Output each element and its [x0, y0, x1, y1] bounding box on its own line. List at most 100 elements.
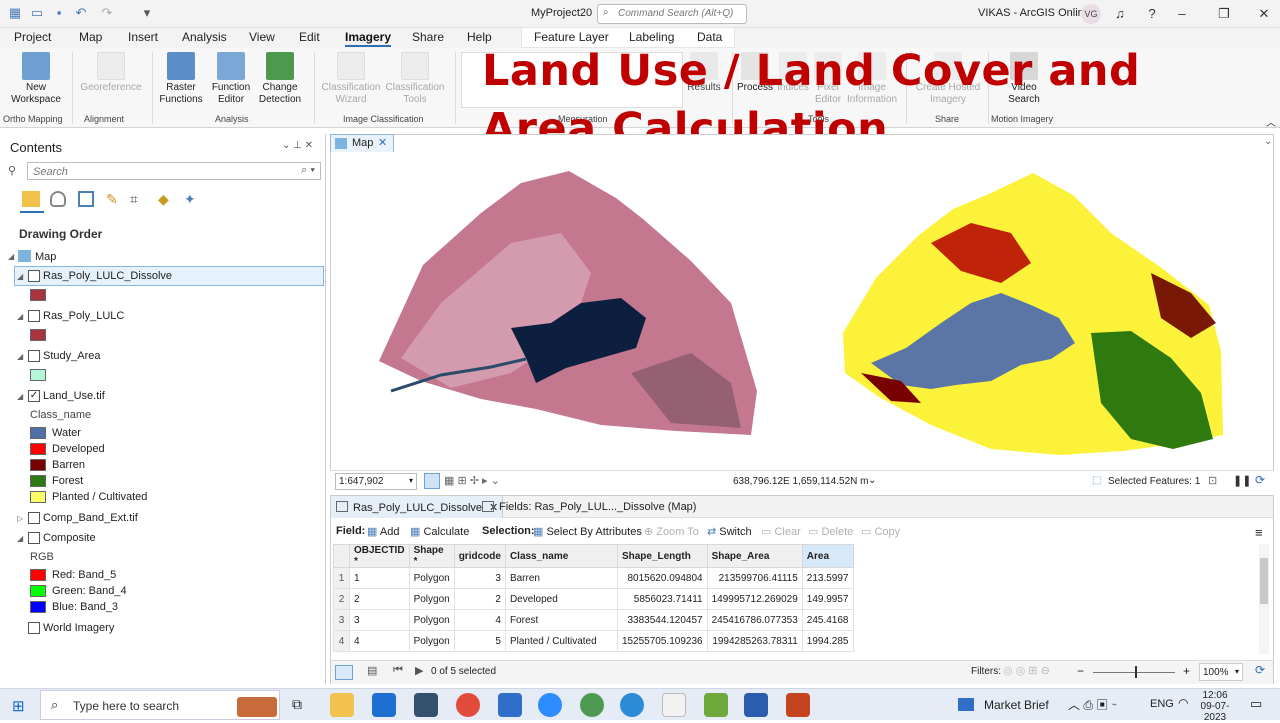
cell[interactable]: 5856023.71411	[616, 588, 708, 610]
calculate-button[interactable]: ▦ Calculate	[410, 525, 469, 538]
table-row[interactable]: 3 3 Polygon 4 Forest 3383544.120457 2454…	[333, 609, 854, 631]
cell[interactable]: 149995712.269029	[706, 588, 803, 610]
add-field-button[interactable]: ▦ Add	[367, 525, 399, 538]
function-editor-button[interactable]: Function Editor	[208, 52, 254, 106]
row-number[interactable]: 4	[333, 630, 350, 652]
undo-icon[interactable]: ↶	[74, 6, 88, 20]
pdf-editor-icon[interactable]	[704, 693, 728, 717]
expand-layer-icon[interactable]: ◢	[17, 272, 23, 281]
next-record-icon[interactable]: ▶	[415, 664, 423, 677]
expand-layer-icon[interactable]: ▷	[17, 514, 23, 523]
filter-icon[interactable]: ⚲	[8, 164, 16, 177]
table-row[interactable]: 4 4 Polygon 5 Planted / Cultivated 15255…	[333, 630, 854, 652]
delete-button[interactable]: ▭ Delete	[808, 525, 853, 538]
pause-icon[interactable]: ❚❚	[1233, 474, 1251, 487]
refresh-icon[interactable]: ⊡	[1208, 474, 1217, 487]
row-selector-header[interactable]	[333, 544, 350, 568]
tab-view[interactable]: View	[249, 30, 275, 44]
restore-button[interactable]: ❐	[1212, 4, 1236, 24]
layer-checkbox[interactable]	[28, 270, 40, 282]
cell[interactable]: Polygon	[408, 630, 455, 652]
raster-functions-button[interactable]: Raster Functions	[156, 52, 206, 106]
table-row[interactable]: 2 2 Polygon 2 Developed 5856023.71411 14…	[333, 588, 854, 610]
redo-icon[interactable]: ↷	[100, 6, 114, 20]
pane-options-icon[interactable]: ⌄ ⊥ ✕	[282, 140, 313, 151]
layer-checkbox[interactable]	[28, 622, 40, 634]
cell[interactable]: 3	[349, 609, 410, 631]
cell[interactable]: Planted / Cultivated	[504, 630, 618, 652]
open-icon[interactable]: ▭	[30, 6, 44, 20]
cell[interactable]: Developed	[504, 588, 618, 610]
copy-button[interactable]: ▭ Copy	[861, 525, 900, 538]
show-all-icon[interactable]	[335, 665, 353, 680]
tab-insert[interactable]: Insert	[128, 30, 158, 44]
cell[interactable]: 213.5997	[801, 567, 854, 589]
filter-icon[interactable]: ◎ ◎ ⊞ ⊖	[1003, 664, 1050, 677]
selection-icon[interactable]	[78, 191, 94, 207]
column-header[interactable]: gridcode	[453, 544, 506, 568]
expand-layer-icon[interactable]: ◢	[17, 534, 23, 543]
map-node-label[interactable]: Map	[35, 251, 56, 263]
refresh-icon[interactable]: ⟳	[1255, 473, 1265, 487]
chevron-down-icon[interactable]: ⌄	[868, 475, 876, 486]
layer-checkbox[interactable]	[28, 350, 40, 362]
refresh-icon[interactable]: ⟳	[1255, 663, 1265, 677]
cell[interactable]: 245416786.077353	[706, 609, 803, 631]
wifi-icon[interactable]: ◠	[1178, 696, 1188, 710]
tab-edit[interactable]: Edit	[299, 30, 320, 44]
layer-study-area[interactable]: Study_Area	[43, 350, 100, 362]
cell[interactable]: 245.4168	[801, 609, 854, 631]
powerpoint-icon[interactable]	[786, 693, 810, 717]
row-number[interactable]: 2	[333, 588, 350, 610]
notepad-icon[interactable]	[662, 693, 686, 717]
tray-icons[interactable]: ︿ ⎙ ▣ ⌁	[1068, 696, 1117, 713]
edge-icon[interactable]	[620, 693, 644, 717]
close-button[interactable]: ✕	[1252, 4, 1276, 24]
tab-data[interactable]: Data	[697, 30, 722, 44]
classification-tools-button[interactable]: Classification Tools	[384, 52, 446, 106]
tab-map[interactable]: Map	[79, 30, 102, 44]
expand-map-icon[interactable]: ◢	[8, 252, 14, 261]
grid-icon[interactable]: ▦ ⊞ ✢ ▸ ⌄	[444, 474, 500, 487]
avatar[interactable]: VG	[1081, 4, 1101, 24]
bell-icon[interactable]: ♫	[1108, 4, 1132, 24]
layer-comp-band[interactable]: Comp_Band_Ext.tif	[43, 512, 138, 524]
task-view-icon[interactable]: ⧉	[292, 696, 302, 713]
cell[interactable]: 213599706.41115	[706, 567, 803, 589]
windows-start-icon[interactable]: ⊞	[12, 697, 25, 715]
cell[interactable]: 1	[349, 567, 410, 589]
view-menu-icon[interactable]: ⌄	[1264, 136, 1272, 147]
collapse-ribbon-icon[interactable]: ︿	[1266, 114, 1276, 129]
contents-search-input[interactable]: Search ⌕ ▾	[27, 162, 321, 180]
fixed-scale-icon[interactable]	[424, 473, 440, 489]
first-record-icon[interactable]: ⏮	[393, 664, 403, 677]
switch-button[interactable]: ⇄ Switch	[707, 525, 752, 538]
cell[interactable]: 3	[453, 567, 506, 589]
cell[interactable]: Forest	[504, 609, 618, 631]
change-detection-button[interactable]: Change Detection	[254, 52, 306, 106]
editing-icon[interactable]: ✎	[106, 191, 122, 207]
tab-analysis[interactable]: Analysis	[182, 30, 227, 44]
expand-layer-icon[interactable]: ◢	[17, 352, 23, 361]
labeling-icon[interactable]: ◆	[158, 191, 176, 207]
zoom-level-dropdown[interactable]: 100% ▾	[1199, 663, 1243, 681]
tab-feature-layer[interactable]: Feature Layer	[534, 30, 609, 44]
cell[interactable]: 149.9957	[801, 588, 854, 610]
row-number[interactable]: 3	[333, 609, 350, 631]
drawing-order-icon[interactable]	[22, 191, 40, 207]
notifications-icon[interactable]: ▭	[1250, 696, 1262, 712]
tab-imagery[interactable]: Imagery	[345, 30, 392, 47]
tab-help[interactable]: Help	[467, 30, 492, 44]
column-header-selected[interactable]: Area	[801, 544, 854, 568]
minimize-button[interactable]: –	[1170, 4, 1194, 24]
vertical-scrollbar[interactable]	[1259, 544, 1269, 654]
cell[interactable]: 15255705.109236	[616, 630, 708, 652]
data-source-icon[interactable]	[50, 191, 66, 207]
cell[interactable]: 2	[453, 588, 506, 610]
row-number[interactable]: 1	[333, 567, 350, 589]
zoom-out-button[interactable]: −	[1077, 664, 1084, 678]
select-by-attributes-button[interactable]: ▦ Select By Attributes	[533, 525, 642, 538]
snap-icon[interactable]	[414, 693, 438, 717]
layer-composite[interactable]: Composite	[43, 532, 96, 544]
symbology-icon[interactable]: ✦	[184, 191, 202, 207]
